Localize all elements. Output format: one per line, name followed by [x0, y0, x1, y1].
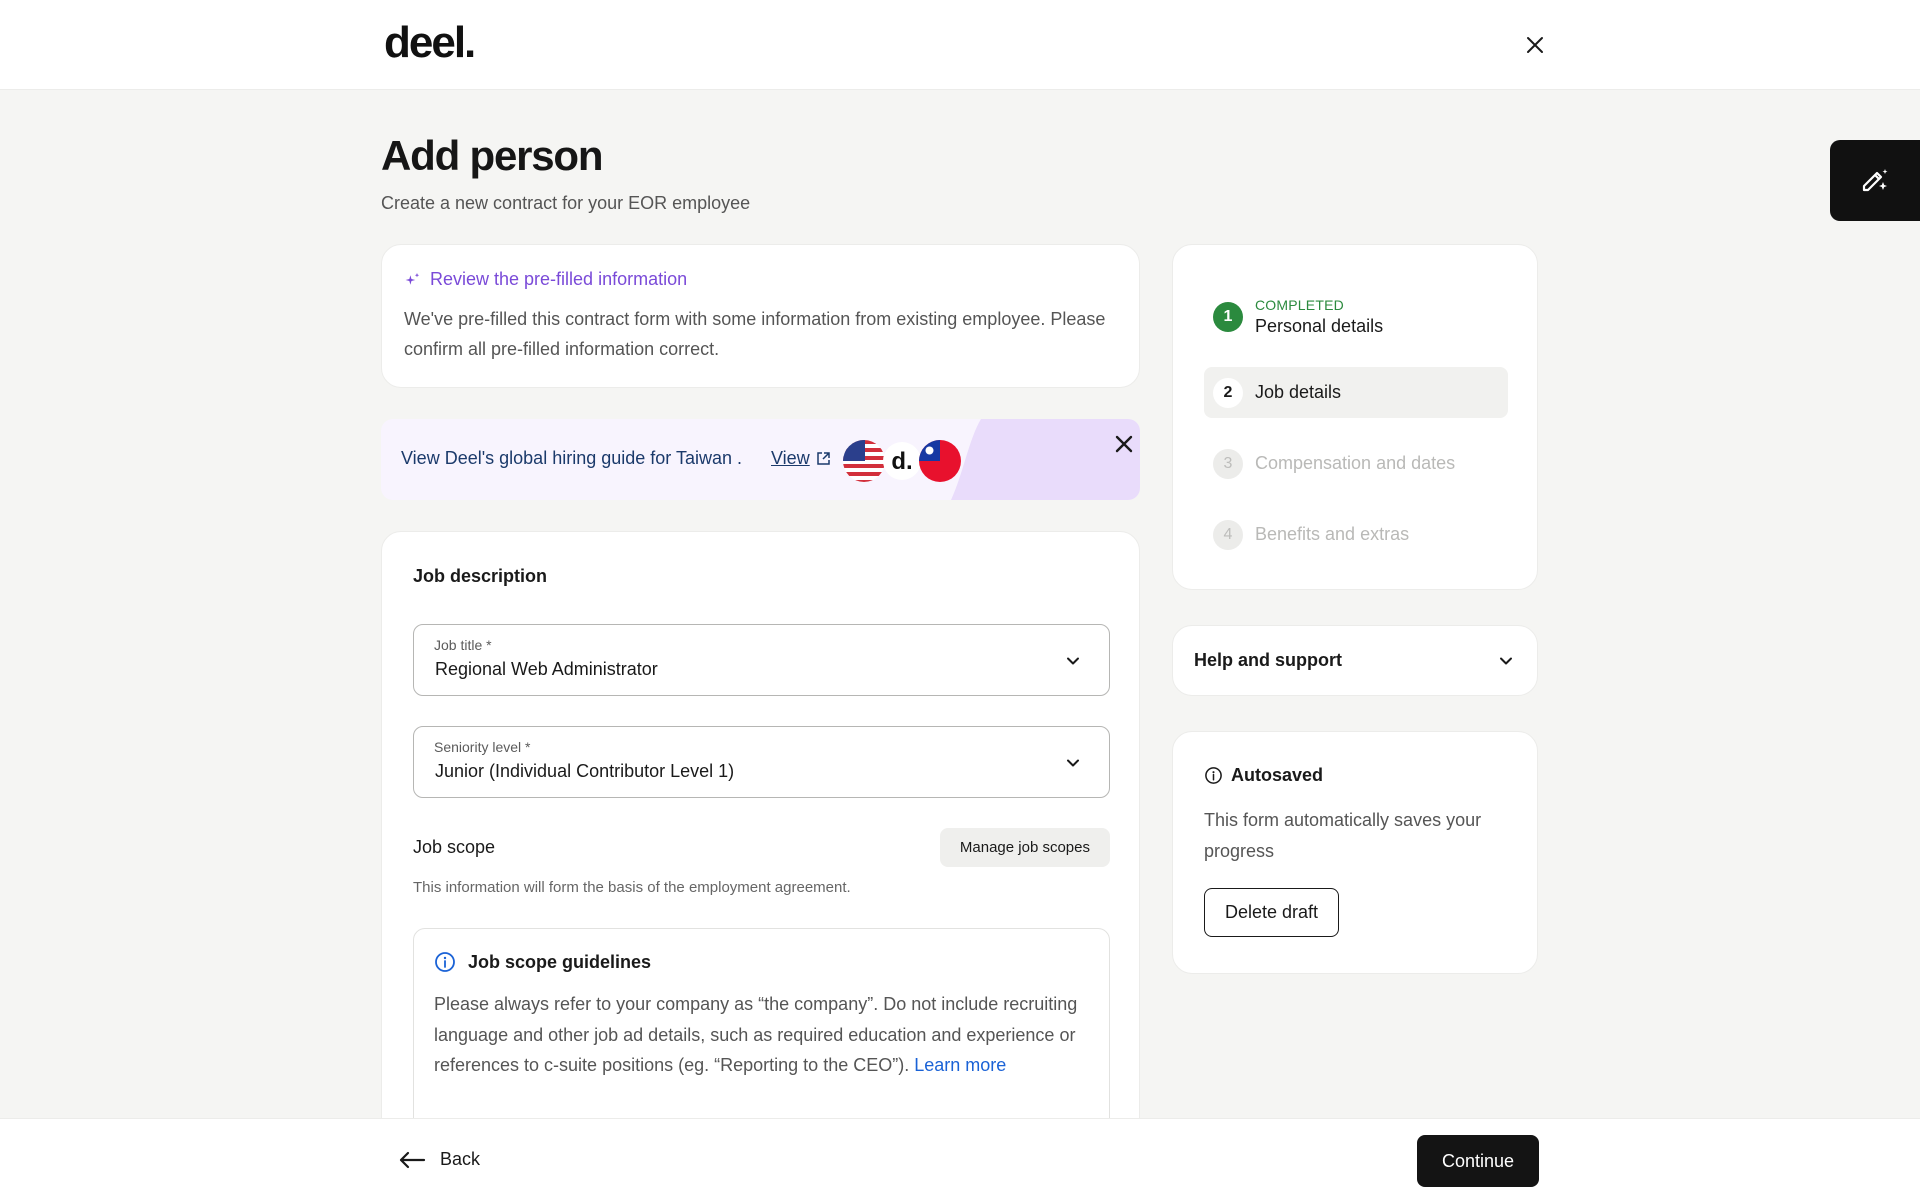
footer-bar: Back Continue — [0, 1118, 1920, 1200]
hiring-guide-view-link[interactable]: View — [771, 448, 831, 469]
step-number: 2 — [1213, 377, 1243, 408]
help-and-support-accordion[interactable]: Help and support — [1172, 625, 1538, 696]
arrow-left-icon — [399, 1151, 426, 1168]
prefill-notice-body: We've pre-filled this contract form with… — [404, 309, 1106, 359]
back-button[interactable]: Back — [398, 1149, 480, 1170]
external-link-icon — [816, 452, 830, 465]
guidelines-title: Job scope guidelines — [468, 951, 652, 972]
help-and-support-title: Help and support — [1194, 650, 1342, 670]
prefill-notice-header: Review the pre-filled information — [404, 269, 1117, 290]
guidelines-body: Please always refer to your company as “… — [434, 989, 1089, 1081]
hiring-guide-text: View Deel's global hiring guide for Taiw… — [401, 448, 742, 468]
step-personal-details[interactable]: 1 COMPLETED Personal details — [1204, 284, 1508, 350]
step-number: 4 — [1213, 519, 1243, 550]
manage-job-scopes-button[interactable]: Manage job scopes — [939, 827, 1110, 867]
info-icon — [1205, 767, 1222, 784]
job-scope-label: Job scope — [413, 836, 496, 857]
step-benefits-and-extras[interactable]: 4 Benefits and extras — [1204, 509, 1508, 560]
close-icon[interactable] — [1520, 30, 1550, 60]
step-label: Job details — [1255, 382, 1342, 402]
seniority-level-value: Junior (Individual Contributor Level 1) — [435, 761, 735, 781]
autosave-card: Autosaved This form automatically saves … — [1172, 731, 1538, 974]
banner-close-icon[interactable] — [1112, 432, 1136, 456]
guidelines-header: Job scope guidelines — [434, 951, 1089, 973]
progress-steps-card: 1 COMPLETED Personal details 2 Job detai… — [1172, 244, 1538, 590]
step-label: Personal details — [1255, 316, 1384, 336]
step-label: Compensation and dates — [1255, 453, 1456, 473]
chevron-down-icon — [1067, 657, 1079, 665]
continue-button[interactable]: Continue — [1417, 1135, 1539, 1187]
magic-pen-button[interactable] — [1830, 140, 1920, 221]
job-title-value: Regional Web Administrator — [435, 659, 658, 679]
top-bar: deel. — [0, 0, 1920, 90]
info-icon — [435, 952, 455, 972]
view-link-label: View — [771, 448, 810, 468]
prefill-notice-card: Review the pre-filled information We've … — [381, 244, 1140, 388]
step-status: COMPLETED — [1255, 297, 1344, 313]
autosave-title: Autosaved — [1231, 765, 1324, 785]
page-title: Add person — [381, 132, 604, 179]
job-title-select[interactable]: Job title * Regional Web Administrator — [413, 624, 1110, 696]
step-number: 1 — [1213, 302, 1243, 332]
seniority-level-select[interactable]: Seniority level * Junior (Individual Con… — [413, 726, 1110, 798]
magic-pen-icon — [1862, 168, 1888, 191]
learn-more-link[interactable]: Learn more — [914, 1055, 1006, 1075]
back-label: Back — [440, 1149, 481, 1169]
brand-letter: d. — [891, 448, 912, 475]
country-flags-graphic: d. — [843, 440, 961, 482]
deel-logo[interactable]: deel. — [384, 18, 476, 68]
job-description-heading: Job description — [413, 566, 548, 586]
step-compensation-and-dates[interactable]: 3 Compensation and dates — [1204, 438, 1508, 489]
delete-draft-button[interactable]: Delete draft — [1204, 888, 1340, 937]
step-label: Benefits and extras — [1255, 524, 1410, 544]
page-subtitle: Create a new contract for your EOR emplo… — [381, 193, 751, 213]
prefill-notice-title: Review the pre-filled information — [430, 269, 688, 289]
chevron-down-icon — [1500, 657, 1512, 664]
autosave-header: Autosaved — [1204, 765, 1506, 786]
sparkle-icon — [405, 272, 420, 285]
autosave-body: This form automatically saves your progr… — [1204, 810, 1482, 861]
job-scope-row: Job scope Manage job scopes — [413, 826, 1110, 868]
job-title-label: Job title * — [434, 637, 492, 653]
step-number: 3 — [1213, 448, 1243, 479]
job-description-card: Job description Job title * Regional Web… — [381, 531, 1140, 1200]
step-job-details[interactable]: 2 Job details — [1204, 367, 1508, 418]
seniority-level-label: Seniority level * — [434, 739, 531, 755]
hiring-guide-banner: View Deel's global hiring guide for Taiw… — [381, 419, 1140, 500]
chevron-down-icon — [1067, 759, 1079, 767]
job-scope-help-text: This information will form the basis of … — [413, 879, 851, 896]
